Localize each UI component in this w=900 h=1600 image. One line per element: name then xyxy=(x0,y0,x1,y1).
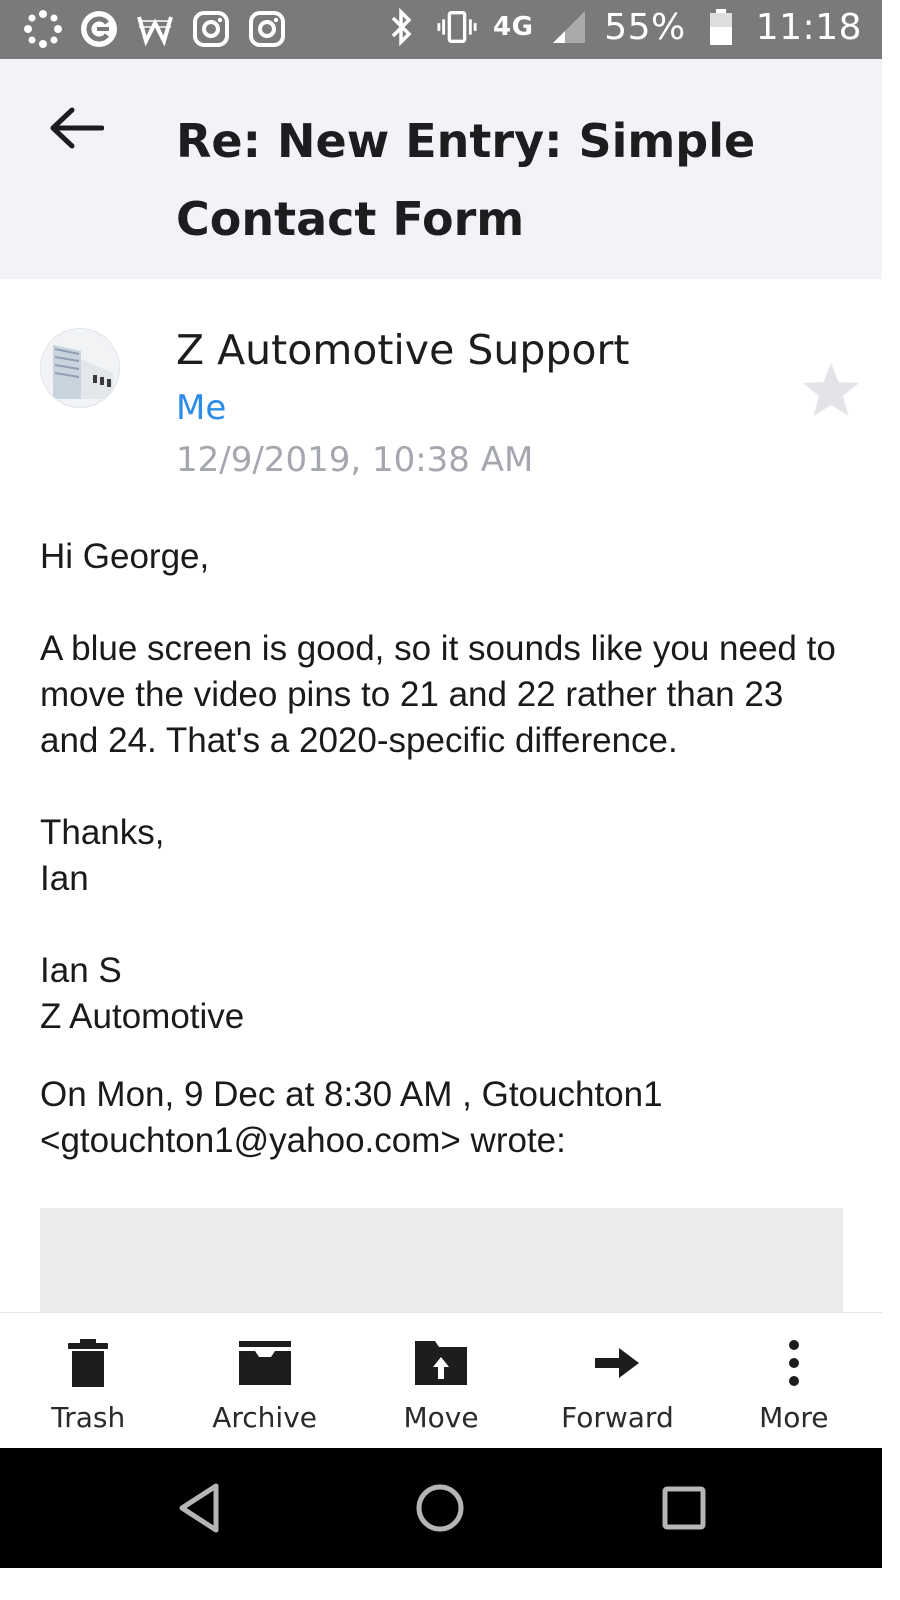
move-folder-icon xyxy=(411,1337,471,1389)
lte-icon: 4G xyxy=(492,6,534,48)
message-body: Hi George, A blue screen is good, so it … xyxy=(40,534,840,1164)
action-toolbar: Trash Archive Move Forward More xyxy=(0,1312,882,1449)
nav-home-button[interactable] xyxy=(408,1476,472,1540)
instagram-icon xyxy=(246,8,288,50)
signal-icon xyxy=(548,6,590,48)
trash-button[interactable]: Trash xyxy=(0,1313,176,1449)
system-navigation-bar xyxy=(0,1448,882,1568)
archive-button[interactable]: Archive xyxy=(176,1313,352,1449)
move-button[interactable]: Move xyxy=(353,1313,529,1449)
star-icon xyxy=(803,363,859,416)
signoff-line: Thanks, xyxy=(40,813,165,852)
archive-label: Archive xyxy=(212,1401,317,1434)
e-app-icon xyxy=(78,8,120,50)
quote-header-line: <gtouchton1@yahoo.com> wrote: xyxy=(40,1121,566,1160)
greeting: Hi George, xyxy=(40,537,210,576)
recipient[interactable]: Me xyxy=(176,388,226,428)
signature-company: Z Automotive xyxy=(40,997,245,1036)
sender-name[interactable]: Z Automotive Support xyxy=(176,326,629,374)
trash-label: Trash xyxy=(51,1401,126,1434)
signature-name: Ian S xyxy=(40,951,122,990)
nav-recents-button[interactable] xyxy=(652,1476,716,1540)
signature: Ian S Z Automotive xyxy=(40,948,840,1040)
star-button[interactable] xyxy=(800,360,862,422)
sender-avatar[interactable] xyxy=(40,328,120,408)
more-label: More xyxy=(759,1401,829,1434)
message-date: 12/9/2019, 10:38 AM xyxy=(176,440,534,480)
w-app-icon xyxy=(134,8,176,50)
body-paragraph: A blue screen is good, so it sounds like… xyxy=(40,629,836,760)
nav-back-button[interactable] xyxy=(170,1476,234,1540)
more-vertical-icon xyxy=(764,1337,824,1389)
archive-icon xyxy=(235,1337,295,1389)
status-bar-notifications xyxy=(22,8,288,50)
quoted-message[interactable] xyxy=(40,1208,843,1312)
battery-percent: 55% xyxy=(604,6,686,48)
back-button[interactable] xyxy=(44,98,108,162)
clock: 11:18 xyxy=(755,6,862,48)
signoff: Thanks, Ian xyxy=(40,810,840,902)
signoff-name: Ian xyxy=(40,859,89,898)
network-type: 4G xyxy=(493,12,534,42)
status-bar: 4G 55% 11:18 xyxy=(0,0,882,59)
bluetooth-icon xyxy=(380,6,422,48)
quote-header-line: On Mon, 9 Dec at 8:30 AM , Gtouchton1 xyxy=(40,1075,663,1114)
triangle-back-icon xyxy=(179,1483,219,1533)
forward-label: Forward xyxy=(561,1401,674,1434)
pinwheel-icon xyxy=(22,8,64,50)
battery-icon xyxy=(700,6,742,48)
message-subject: Re: New Entry: Simple Contact Form xyxy=(176,114,756,246)
quote-header: On Mon, 9 Dec at 8:30 AM , Gtouchton1 <g… xyxy=(40,1072,840,1164)
trash-icon xyxy=(58,1337,118,1389)
vibrate-icon xyxy=(436,6,478,48)
forward-arrow-icon xyxy=(587,1337,647,1389)
instagram-icon xyxy=(190,8,232,50)
forward-button[interactable]: Forward xyxy=(529,1313,705,1449)
circle-home-icon xyxy=(416,1484,464,1532)
arrow-left-icon xyxy=(48,106,105,154)
building-icon xyxy=(41,329,119,407)
more-button[interactable]: More xyxy=(706,1313,882,1449)
move-label: Move xyxy=(403,1401,479,1434)
square-recents-icon xyxy=(662,1486,706,1530)
status-bar-system: 4G 55% 11:18 xyxy=(380,6,862,48)
